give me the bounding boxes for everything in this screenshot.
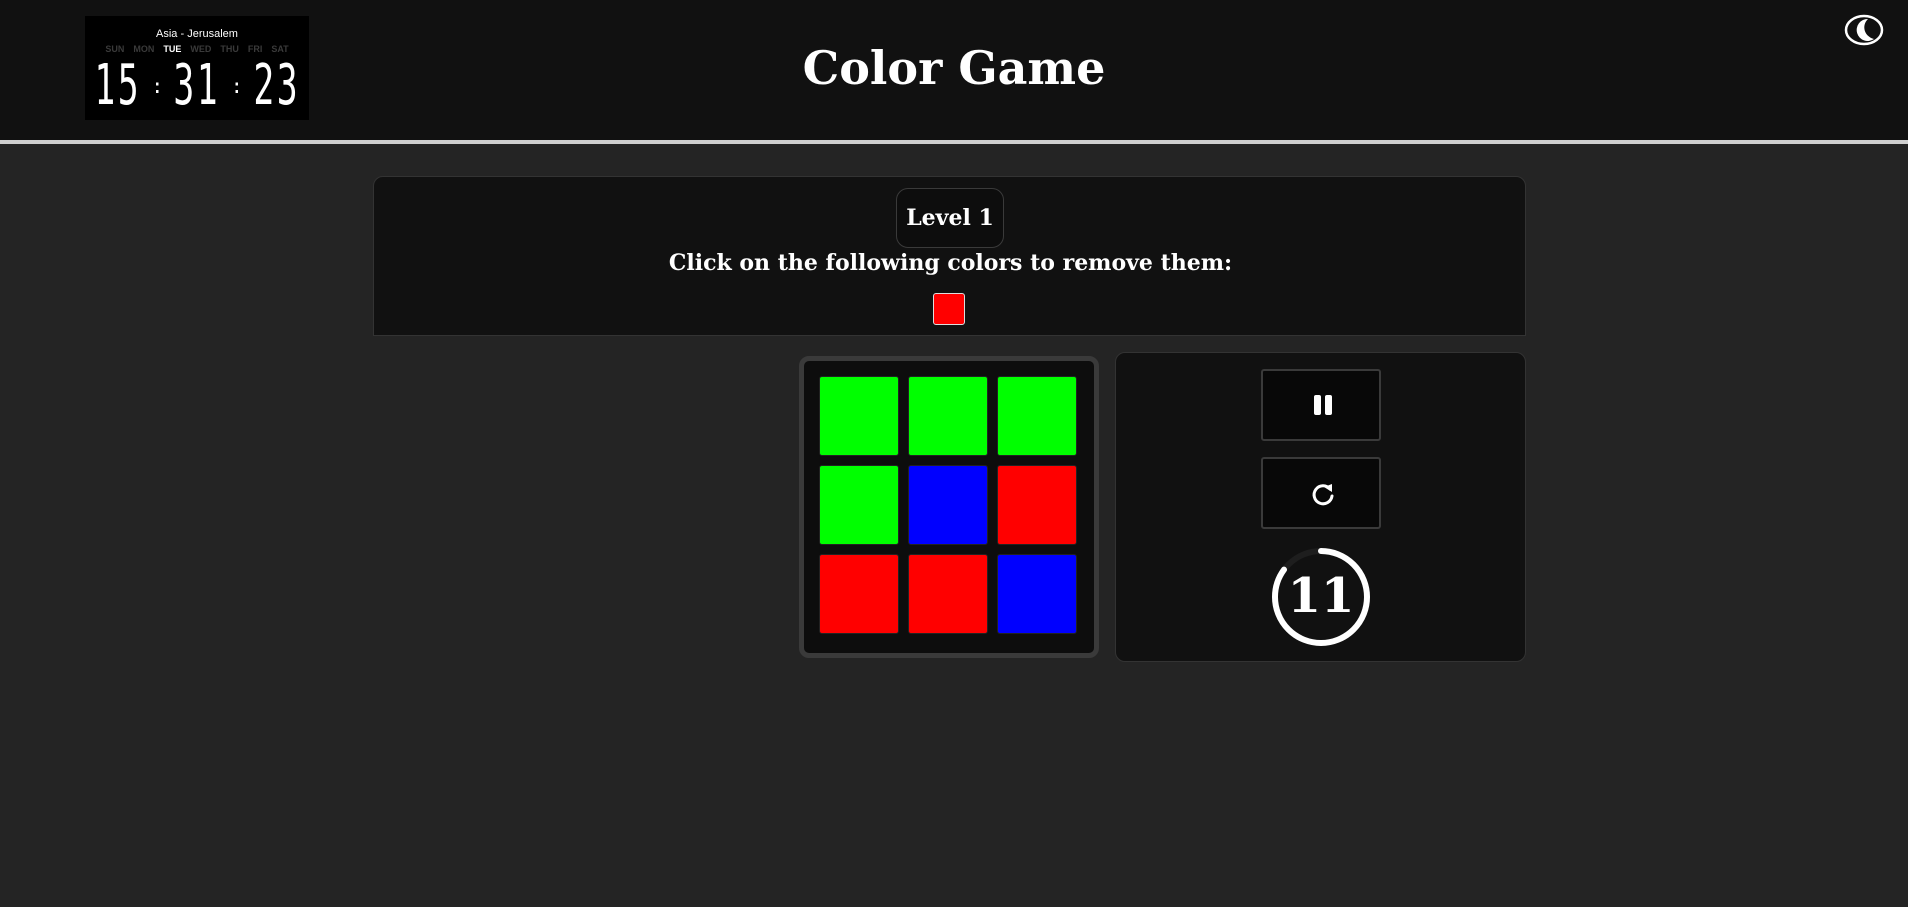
- color-tile[interactable]: [997, 465, 1077, 545]
- pause-icon: [1314, 395, 1332, 415]
- level-badge: Level 1: [896, 188, 1004, 248]
- color-tile[interactable]: [819, 465, 899, 545]
- game-board: [799, 356, 1099, 658]
- instruction-text: Click on the following colors to remove …: [668, 250, 1233, 276]
- header: Asia - Jerusalem SUN MON TUE WED THU FRI SAT 1…: [0, 0, 1908, 144]
- color-tile[interactable]: [908, 465, 988, 545]
- timer-value: 11: [1287, 568, 1355, 624]
- theme-toggle-button[interactable]: [1844, 14, 1884, 46]
- restart-button[interactable]: [1261, 457, 1381, 529]
- page-title: Color Game: [802, 41, 1106, 95]
- target-color-swatch: [933, 293, 965, 325]
- countdown-timer: 11: [1271, 547, 1371, 647]
- color-tile[interactable]: [908, 554, 988, 634]
- controls-panel: 11: [1115, 352, 1526, 662]
- color-tile[interactable]: [997, 554, 1077, 634]
- restart-icon: [1312, 484, 1334, 506]
- moon-icon: [1844, 14, 1884, 46]
- pause-button[interactable]: [1261, 369, 1381, 441]
- color-tile[interactable]: [819, 554, 899, 634]
- instruction-panel: Level 1 Click on the following colors to…: [373, 176, 1526, 336]
- color-tile[interactable]: [819, 376, 899, 456]
- clock-timezone: Asia - Jerusalem: [156, 28, 238, 40]
- color-tile[interactable]: [908, 376, 988, 456]
- color-tile[interactable]: [997, 376, 1077, 456]
